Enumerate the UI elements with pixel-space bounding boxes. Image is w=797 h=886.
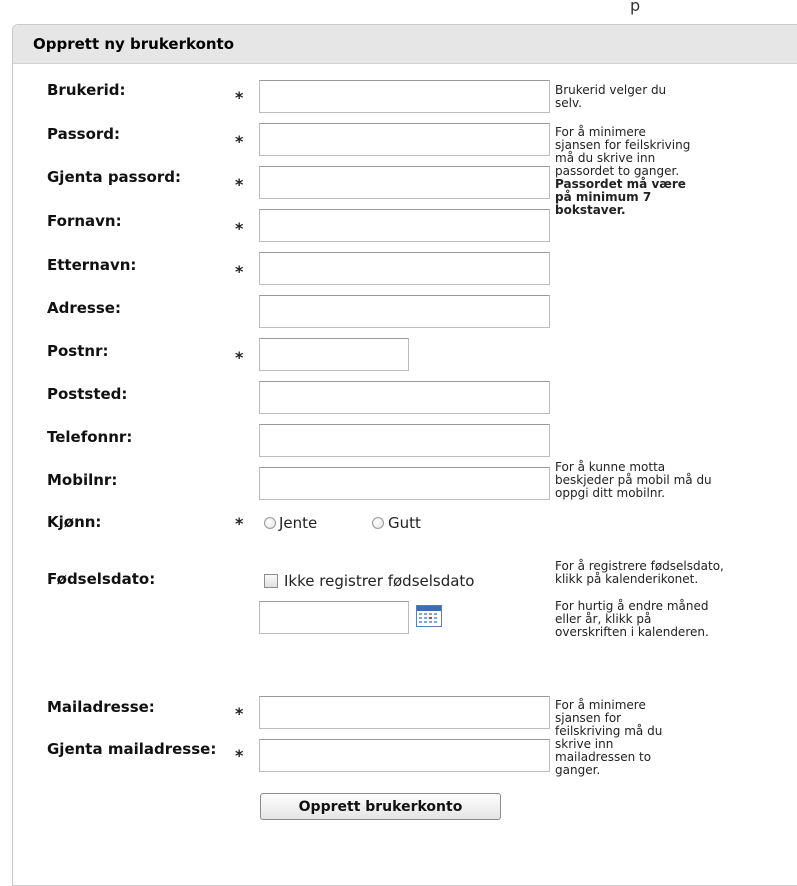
top-clipped-text: p	[630, 0, 641, 15]
postnr-label: Postnr:	[47, 342, 109, 360]
adresse-label: Adresse:	[47, 299, 121, 317]
mail-hint: For å minimere sjansen for feilskriving …	[555, 698, 663, 777]
calendar-icon[interactable]	[416, 605, 442, 627]
radio-jente-label[interactable]: Jente	[279, 514, 317, 532]
required-marker: *	[235, 175, 244, 194]
telefonnr-input[interactable]	[259, 424, 550, 457]
brukerid-label: Brukerid:	[47, 81, 126, 99]
mobilnr-input[interactable]	[259, 467, 550, 500]
passord-input[interactable]	[259, 123, 550, 156]
create-account-button[interactable]: Opprett brukerkonto	[260, 793, 501, 820]
mailadresse-label: Mailadresse:	[47, 698, 155, 716]
required-marker: *	[235, 219, 244, 238]
required-marker: *	[235, 704, 244, 723]
kjonn-label: Kjønn:	[47, 513, 102, 531]
panel-header: Opprett ny brukerkonto	[13, 25, 797, 64]
calendar-hint: For hurtig å endre måned eller år, klikk…	[555, 599, 709, 639]
gjenta-passord-label: Gjenta passord:	[47, 168, 181, 186]
brukerid-hint: Brukerid velger du selv.	[555, 83, 667, 110]
no-birthdate-checkbox[interactable]	[264, 574, 278, 588]
fornavn-input[interactable]	[259, 209, 550, 242]
required-marker: *	[235, 348, 244, 367]
mailadresse-input[interactable]	[259, 696, 550, 729]
required-marker: *	[235, 746, 244, 765]
telefonnr-label: Telefonnr:	[47, 428, 133, 446]
postnr-input[interactable]	[259, 338, 409, 371]
fornavn-label: Fornavn:	[47, 212, 122, 230]
required-marker: *	[235, 514, 244, 533]
no-birthdate-label[interactable]: Ikke registrer fødselsdato	[284, 572, 475, 590]
mobilnr-label: Mobilnr:	[47, 471, 118, 489]
brukerid-input[interactable]	[259, 80, 550, 113]
required-marker: *	[235, 88, 244, 107]
fodselsdato-input[interactable]	[259, 601, 409, 634]
poststed-input[interactable]	[259, 381, 550, 414]
radio-jente[interactable]	[264, 517, 276, 529]
mobilnr-hint: For å kunne motta beskjeder på mobil må …	[555, 460, 712, 500]
poststed-label: Poststed:	[47, 385, 128, 403]
panel-title: Opprett ny brukerkonto	[33, 35, 235, 53]
radio-gutt[interactable]	[372, 517, 384, 529]
etternavn-input[interactable]	[259, 252, 550, 285]
required-marker: *	[235, 132, 244, 151]
gjenta-mailadresse-input[interactable]	[259, 739, 550, 772]
fodselsdato-label: Fødselsdato:	[47, 570, 156, 588]
gjenta-passord-input[interactable]	[259, 166, 550, 199]
adresse-input[interactable]	[259, 295, 550, 328]
passord-label: Passord:	[47, 125, 121, 143]
radio-gutt-label[interactable]: Gutt	[388, 514, 421, 532]
required-marker: *	[235, 262, 244, 281]
etternavn-label: Etternavn:	[47, 256, 137, 274]
passord-hint: For å minimere sjansen for feilskriving …	[555, 125, 691, 217]
gjenta-mailadresse-label: Gjenta mailadresse:	[47, 740, 217, 758]
fodselsdato-hint: For å registrere fødselsdato, klikk på k…	[555, 559, 724, 586]
